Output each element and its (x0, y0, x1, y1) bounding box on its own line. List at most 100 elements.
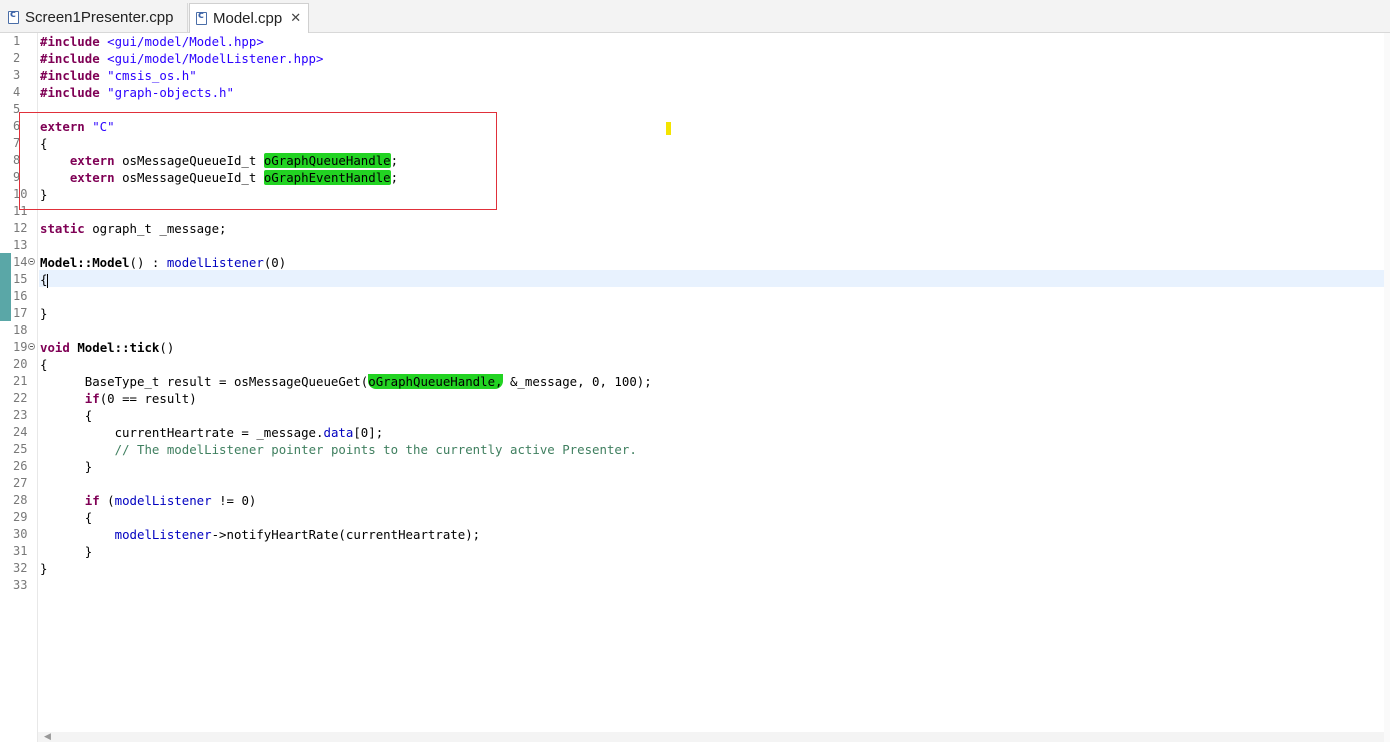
fold-toggle-icon[interactable] (28, 343, 35, 350)
code-token: "cmsis_os.h" (107, 68, 197, 83)
line-number: 12 (13, 221, 28, 235)
code-token: (0 == result) (99, 391, 197, 406)
code-token: } (40, 544, 93, 559)
code-line[interactable]: 15 { (0, 271, 1380, 288)
code-text: #include "graph-objects.h" (40, 84, 234, 101)
code-token: #include (40, 85, 108, 100)
tab-model-cpp[interactable]: Model.cpp ✕ (189, 3, 309, 33)
code-token: (0) (263, 255, 287, 270)
scroll-left-icon[interactable]: ◀ (44, 732, 51, 742)
code-line[interactable]: 12 static ograph_t _message; (0, 220, 1380, 237)
code-line[interactable]: 24 currentHeartrate = _message.data[0]; (0, 424, 1380, 441)
code-token: ograph_t _message; (92, 221, 227, 236)
code-line[interactable]: 19 void Model::tick() (0, 339, 1380, 356)
code-line[interactable]: 30 modelListener->notifyHeartRate(curren… (0, 526, 1380, 543)
line-number: 22 (13, 391, 28, 405)
code-text: { (40, 271, 49, 288)
code-line[interactable]: 32} (0, 560, 1380, 577)
line-number: 29 (13, 510, 28, 524)
code-token: data (323, 425, 354, 440)
line-number: 31 (13, 544, 28, 558)
cpp-file-icon (196, 10, 207, 25)
code-token: #include (40, 34, 108, 49)
code-line[interactable]: 22 if(0 == result) (0, 390, 1380, 407)
text-marker (666, 122, 671, 135)
code-token: static (40, 221, 93, 236)
code-text: #include "cmsis_os.h" (40, 67, 197, 84)
code-text: static ograph_t _message; (40, 220, 227, 237)
code-token: modelListener (166, 255, 264, 270)
code-line[interactable]: 29 { (0, 509, 1380, 526)
fold-toggle-icon[interactable] (28, 258, 35, 265)
code-token: &_message, 0, 100); (502, 374, 652, 389)
code-line[interactable]: 25 // The modelListener pointer points t… (0, 441, 1380, 458)
code-token: <gui/model/ModelListener.hpp> (107, 51, 324, 66)
code-token: [0]; (353, 425, 384, 440)
line-number: 1 (13, 34, 21, 48)
code-token: // The modelListener pointer points to t… (114, 442, 637, 457)
code-editor[interactable]: 1 #include <gui/model/Model.hpp> 2 #include… (0, 33, 1390, 742)
code-token: if (84, 493, 108, 508)
line-number: 23 (13, 408, 28, 422)
code-token: currentHeartrate = _message. (40, 425, 324, 440)
code-token: } (40, 306, 48, 321)
code-token: ( (107, 493, 115, 508)
tab-label: Model.cpp (213, 10, 283, 27)
code-line[interactable]: 23 { (0, 407, 1380, 424)
line-number: 26 (13, 459, 28, 473)
code-line[interactable]: 3 #include "cmsis_os.h" (0, 67, 1380, 84)
close-icon[interactable]: ✕ (290, 12, 301, 25)
code-token: if (84, 391, 100, 406)
code-text: if(0 == result) (40, 390, 197, 407)
code-token: () (159, 340, 175, 355)
tab-label: Screen1Presenter.cpp (25, 9, 174, 26)
code-line[interactable]: 18 (0, 322, 1380, 339)
code-text: { (40, 356, 47, 373)
code-line[interactable]: 17} (0, 305, 1380, 322)
cpp-file-icon (8, 9, 19, 24)
code-token: != 0) (211, 493, 257, 508)
vertical-scrollbar[interactable] (1384, 33, 1390, 742)
code-line[interactable]: 14 Model::Model() : modelListener(0) (0, 254, 1380, 271)
code-token: () : (129, 255, 167, 270)
code-text: currentHeartrate = _message.data[0]; (40, 424, 384, 441)
code-text: Model::Model() : modelListener(0) (40, 254, 286, 271)
code-text: } (40, 560, 47, 577)
code-text: { (40, 509, 92, 526)
line-number: 2 (13, 51, 21, 65)
code-text: if (modelListener != 0) (40, 492, 257, 509)
code-text: // The modelListener pointer points to t… (40, 441, 637, 458)
tab-screen1presenter[interactable]: Screen1Presenter.cpp (2, 3, 188, 32)
line-number: 24 (13, 425, 28, 439)
code-token: { (40, 408, 93, 423)
line-number: 3 (13, 68, 21, 82)
code-line[interactable]: 1 #include <gui/model/Model.hpp> (0, 33, 1380, 50)
code-token: ->notifyHeartRate(currentHeartrate); (211, 527, 481, 542)
code-line[interactable]: 31 } (0, 543, 1380, 560)
code-line[interactable]: 16 (0, 288, 1380, 305)
code-token: { (40, 510, 93, 525)
code-line[interactable]: 2 #include <gui/model/ModelListener.hpp> (0, 50, 1380, 67)
code-line[interactable]: 26 } (0, 458, 1380, 475)
code-token: void (40, 340, 78, 355)
code-line[interactable]: 13 (0, 237, 1380, 254)
code-token: modelListener (114, 493, 212, 508)
code-text: BaseType_t result = osMessageQueueGet(oG… (40, 373, 652, 390)
code-line[interactable]: 20 { (0, 356, 1380, 373)
horizontal-scrollbar[interactable]: ◀ (38, 732, 1384, 742)
line-number: 4 (13, 85, 21, 99)
code-line[interactable]: 4 #include "graph-objects.h" (0, 84, 1380, 101)
line-number: 16 (13, 289, 28, 303)
code-line[interactable]: 27 (0, 475, 1380, 492)
code-token: #include (40, 51, 108, 66)
code-line[interactable]: 33 (0, 577, 1380, 594)
code-token: modelListener (114, 527, 212, 542)
line-number: 28 (13, 493, 28, 507)
annotation-box (19, 112, 497, 210)
code-line[interactable]: 28 if (modelListener != 0) (0, 492, 1380, 509)
line-number: 32 (13, 561, 28, 575)
code-token: #include (40, 68, 108, 83)
code-line[interactable]: 21 BaseType_t result = osMessageQueueGet… (0, 373, 1380, 390)
code-token: "graph-objects.h" (107, 85, 234, 100)
